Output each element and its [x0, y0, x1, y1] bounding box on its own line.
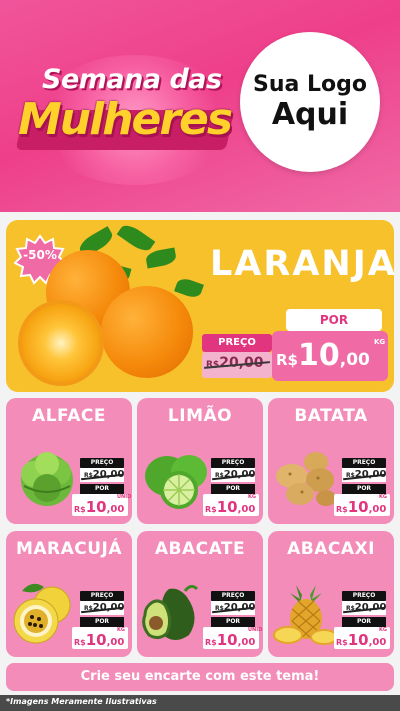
por-label: POR: [80, 617, 124, 627]
footnote-text: *Imagens Meramente Ilustrativas: [6, 697, 157, 706]
product-name: ABACATE: [154, 539, 246, 559]
logo-text-line2: Aqui: [271, 96, 349, 132]
product-name: BATATA: [294, 406, 368, 426]
product-name: MARACUJÁ: [15, 539, 123, 559]
featured-unit: KG: [374, 338, 386, 346]
price-unit: KG: [379, 494, 387, 500]
cta-banner[interactable]: Crie seu encarte com este tema!: [6, 663, 394, 691]
featured-new-price: R$10,00: [276, 338, 370, 373]
price-unit: UNID: [248, 627, 263, 633]
potato-illustration: [276, 452, 336, 506]
featured-preco-label: PREÇO: [202, 334, 272, 352]
preco-label: PREÇO: [342, 458, 386, 468]
por-label: POR: [211, 484, 255, 494]
lime-illustration: [145, 455, 207, 509]
header-banner: Semana das Mulheres Sua Logo Aqui: [0, 0, 400, 212]
por-label: POR: [342, 484, 386, 494]
preco-label: PREÇO: [80, 458, 124, 468]
logo-text-line1: Sua Logo: [252, 72, 367, 98]
campaign-title-line1: Semana das: [42, 64, 222, 95]
pineapple-illustration: [273, 579, 338, 645]
product-card-limao[interactable]: LIMÃO PREÇO R$20,00 POR R$10,00 KG: [137, 398, 263, 524]
discount-badge-text: -50%: [23, 248, 57, 262]
product-card-batata[interactable]: BATATA PREÇO R$20,00 POR R$10,00 KG: [268, 398, 394, 524]
avocado-illustration: [142, 584, 199, 640]
por-label: POR: [80, 484, 124, 494]
price-unit: KG: [248, 494, 256, 500]
featured-product-card[interactable]: -50% LARANJA POR PREÇO R$20,00 R$10,00 K…: [6, 220, 394, 392]
preco-label: PREÇO: [211, 591, 255, 601]
price-unit: UNID: [117, 494, 132, 500]
por-label: POR: [342, 617, 386, 627]
passion-fruit-illustration: [13, 583, 71, 644]
product-card-abacate[interactable]: ABACATE PREÇO R$20,00 POR R$10,00 UNID: [137, 531, 263, 657]
product-name: LIMÃO: [167, 406, 233, 426]
campaign-title-line2: Mulheres: [18, 94, 233, 145]
logo-placeholder[interactable]: Sua Logo Aqui: [240, 32, 380, 172]
product-card-abacaxi[interactable]: ABACAXI PREÇO R$20,00 POR R$10,00 KG: [268, 531, 394, 657]
product-name: ALFACE: [32, 406, 106, 426]
product-name: ABACAXI: [287, 539, 375, 559]
footnote-bar: *Imagens Meramente Ilustrativas: [0, 695, 400, 711]
featured-por-label: POR: [286, 309, 382, 331]
preco-label: PREÇO: [80, 591, 124, 601]
price-unit: KG: [379, 627, 387, 633]
lettuce-illustration: [21, 452, 73, 506]
preco-label: PREÇO: [342, 591, 386, 601]
product-card-maracuja[interactable]: MARACUJÁ PREÇO R$20,00 POR R$10,00 KG: [6, 531, 132, 657]
product-card-alface[interactable]: ALFACE PREÇO R$20,00 POR R$10,00 UNID: [6, 398, 132, 524]
por-label: POR: [211, 617, 255, 627]
featured-product-name: LARANJA: [210, 244, 394, 284]
price-unit: KG: [117, 627, 125, 633]
preco-label: PREÇO: [211, 458, 255, 468]
